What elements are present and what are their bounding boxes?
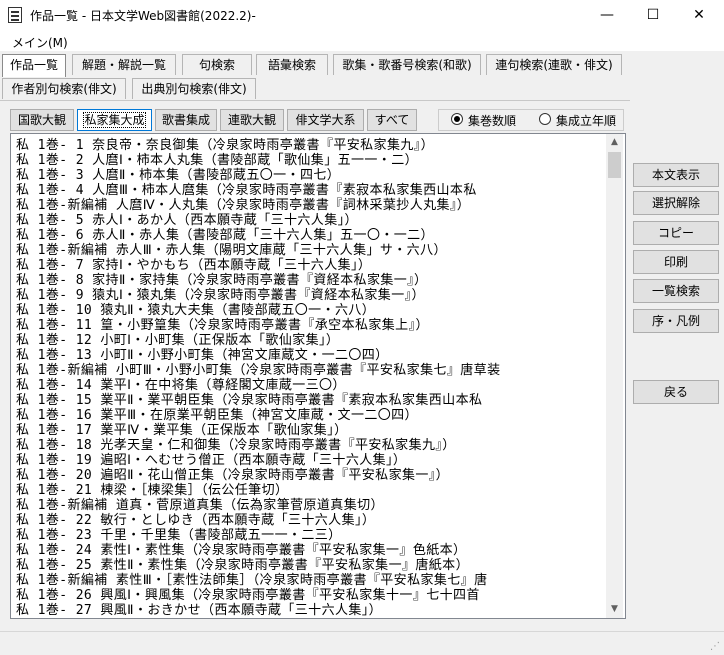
close-button[interactable]: ✕ [676,0,722,31]
list-item[interactable]: 私 1巻-新編補 素性Ⅲ・［素性法師集］（冷泉家時雨亭叢書『平安私家集七』唐 [16,573,487,589]
collection-kokka-taikan[interactable]: 国歌大観 [10,109,74,131]
list-item[interactable]: 私 1巻- 15 業平Ⅱ・業平朝臣集（冷泉家時雨亭叢書『素寂本私家集西山本私 [16,393,482,409]
back-button[interactable]: 戻る [633,380,719,404]
resize-grip-icon[interactable]: ⋰ [710,641,722,653]
list-item[interactable]: 私 1巻- 8 家持Ⅱ・家持集（冷泉家時雨亭叢書『資経本私家集一』） [16,273,427,289]
app-icon [8,7,22,23]
collection-shikashu-taisei[interactable]: 私家集大成 [77,109,152,131]
list-search-button[interactable]: 一覧検索 [633,279,719,303]
maximize-button[interactable]: ☐ [630,0,676,31]
tab-author-search[interactable]: 作者別句検索(俳文) [2,78,126,99]
collection-renga-taikan[interactable]: 連歌大観 [220,109,284,131]
list-item[interactable]: 私 1巻-新編補 人麿Ⅳ・人丸集（冷泉家時雨亭叢書『詞林采葉抄人丸集』） [16,198,470,214]
list-item[interactable]: 私 1巻- 9 猿丸Ⅰ・猿丸集（冷泉家時雨亭叢書『資経本私家集一』） [16,288,425,304]
tab-phrase-search[interactable]: 句検索 [182,54,252,75]
list-item[interactable]: 私 1巻- 23 千里・千里集（書陵部蔵五一一・二三） [16,528,342,544]
list-item[interactable]: 私 1巻- 22 敏行・としゆき（西本願寺蔵「三十六人集」） [16,513,375,529]
menu-bar [0,31,724,51]
window-title: 作品一覧 - 日本文学Web図書館(2022.2)- [30,9,256,23]
scroll-thumb[interactable] [608,152,621,178]
list-item[interactable]: 私 1巻- 16 業平Ⅲ・在原業平朝臣集（神宮文庫蔵・文一二〇四） [16,408,418,424]
minimize-button[interactable]: — [584,0,630,31]
scroll-down-arrow-icon[interactable]: ▼ [606,601,623,618]
sort-by-volume-label[interactable]: 集巻数順 [468,112,516,129]
tab-divider [0,100,630,101]
list-item[interactable]: 私 1巻- 10 猿丸Ⅱ・猿丸大夫集（書陵部蔵五〇一・六八） [16,303,375,319]
list-item[interactable]: 私 1巻- 17 業平Ⅳ・業平集（正保版本「歌仙家集」） [16,423,347,439]
tab-poem-search[interactable]: 歌集・歌番号検索(和歌) [333,54,481,75]
list-item[interactable]: 私 1巻- 11 篁・小野篁集（冷泉家時雨亭叢書『承空本私家集上』） [16,318,429,334]
list-item[interactable]: 私 1巻- 12 小町Ⅰ・小町集（正保版本「歌仙家集」） [16,333,339,349]
sort-by-date-radio[interactable] [539,113,551,125]
list-item[interactable]: 私 1巻- 1 奈良帝・奈良御集（冷泉家時雨亭叢書『平安私家集九』） [16,138,434,154]
list-item[interactable]: 私 1巻- 6 赤人Ⅱ・赤人集（書陵部蔵「三十六人集」五一〇・一二） [16,228,434,244]
deselect-button[interactable]: 選択解除 [633,191,719,215]
list-item[interactable]: 私 1巻- 3 人麿Ⅱ・柿本集（書陵部蔵五〇一・四七） [16,168,340,184]
list-item[interactable]: 私 1巻-新編補 道真・菅原道真集（伝為家筆菅原道真集切） [16,498,384,514]
list-item[interactable]: 私 1巻- 20 遍昭Ⅱ・花山僧正集（冷泉家時雨亭叢書『平安私家集一』） [16,468,449,484]
tab-work-list[interactable]: 作品一覧 [2,54,66,77]
list-item[interactable]: 私 1巻- 2 人麿Ⅰ・柿本人丸集（書陵部蔵「歌仙集」五一一・二） [16,153,418,169]
list-item[interactable]: 私 1巻- 14 業平Ⅰ・在中将集（尊経閣文庫蔵一三〇） [16,378,346,394]
list-item[interactable]: 私 1巻- 25 素性Ⅱ・素性集（冷泉家時雨亭叢書『平安私家集一』唐紙本） [16,558,469,574]
list-item[interactable]: 私 1巻- 21 棟梁・［棟梁集］（伝公任筆切） [16,483,288,499]
work-list[interactable]: 私 1巻- 1 奈良帝・奈良御集（冷泉家時雨亭叢書『平安私家集九』）私 1巻- … [10,133,626,619]
menu-main[interactable]: メイン(M) [12,34,68,51]
sort-by-volume-radio[interactable] [451,113,463,125]
show-text-button[interactable]: 本文表示 [633,163,719,187]
list-item[interactable]: 私 1巻- 27 興風Ⅱ・おきかせ（西本願寺蔵「三十六人集」） [16,603,382,618]
list-item[interactable]: 私 1巻- 7 家持Ⅰ・やかもち（西本願寺蔵「三十六人集」） [16,258,371,274]
print-button[interactable]: 印刷 [633,250,719,274]
list-item[interactable]: 私 1巻-新編補 赤人Ⅲ・赤人集（陽明文庫蔵「三十六人集」サ・六八） [16,243,447,259]
tab-vocabulary-search[interactable]: 語彙検索 [256,54,328,75]
status-bar [0,631,724,655]
tab-renku-search[interactable]: 連句検索(連歌・俳文) [486,54,622,75]
vertical-scrollbar[interactable] [606,134,623,618]
list-item[interactable]: 私 1巻- 26 興風Ⅰ・興風集（冷泉家時雨亭叢書『平安私家集十一』七十四首 [16,588,480,604]
list-item[interactable]: 私 1巻- 13 小町Ⅱ・小野小町集（神宮文庫蔵文・一二〇四） [16,348,389,364]
collection-haibun-taikei[interactable]: 俳文学大系 [287,109,364,131]
preface-button[interactable]: 序・凡例 [633,309,719,333]
list-item[interactable]: 私 1巻- 19 遍昭Ⅰ・へむせう僧正（西本願寺蔵「三十六人集」） [16,453,406,469]
scroll-up-arrow-icon[interactable]: ▲ [606,134,623,151]
collection-all[interactable]: すべて [367,109,417,131]
list-item[interactable]: 私 1巻-新編補 小町Ⅲ・小野小町集（冷泉家時雨亭叢書『平安私家集七』唐草装 [16,363,500,379]
tab-source-search[interactable]: 出典別句検索(俳文) [132,78,256,99]
sort-by-date-label[interactable]: 集成立年順 [556,112,616,129]
tab-commentary-list[interactable]: 解題・解説一覧 [72,54,176,75]
list-item[interactable]: 私 1巻- 5 赤人Ⅰ・あか人（西本願寺蔵「三十六人集」） [16,213,358,229]
list-item[interactable]: 私 1巻- 24 素性Ⅰ・素性集（冷泉家時雨亭叢書『平安私家集一』色紙本） [16,543,466,559]
list-item[interactable]: 私 1巻- 4 人麿Ⅲ・柿本人麿集（冷泉家時雨亭叢書『素寂本私家集西山本私 [16,183,477,199]
copy-button[interactable]: コピー [633,221,719,245]
collection-kasho-shusei[interactable]: 歌書集成 [155,109,217,131]
list-item[interactable]: 私 1巻- 18 光孝天皇・仁和御集（冷泉家時雨亭叢書『平安私家集九』） [16,438,456,454]
